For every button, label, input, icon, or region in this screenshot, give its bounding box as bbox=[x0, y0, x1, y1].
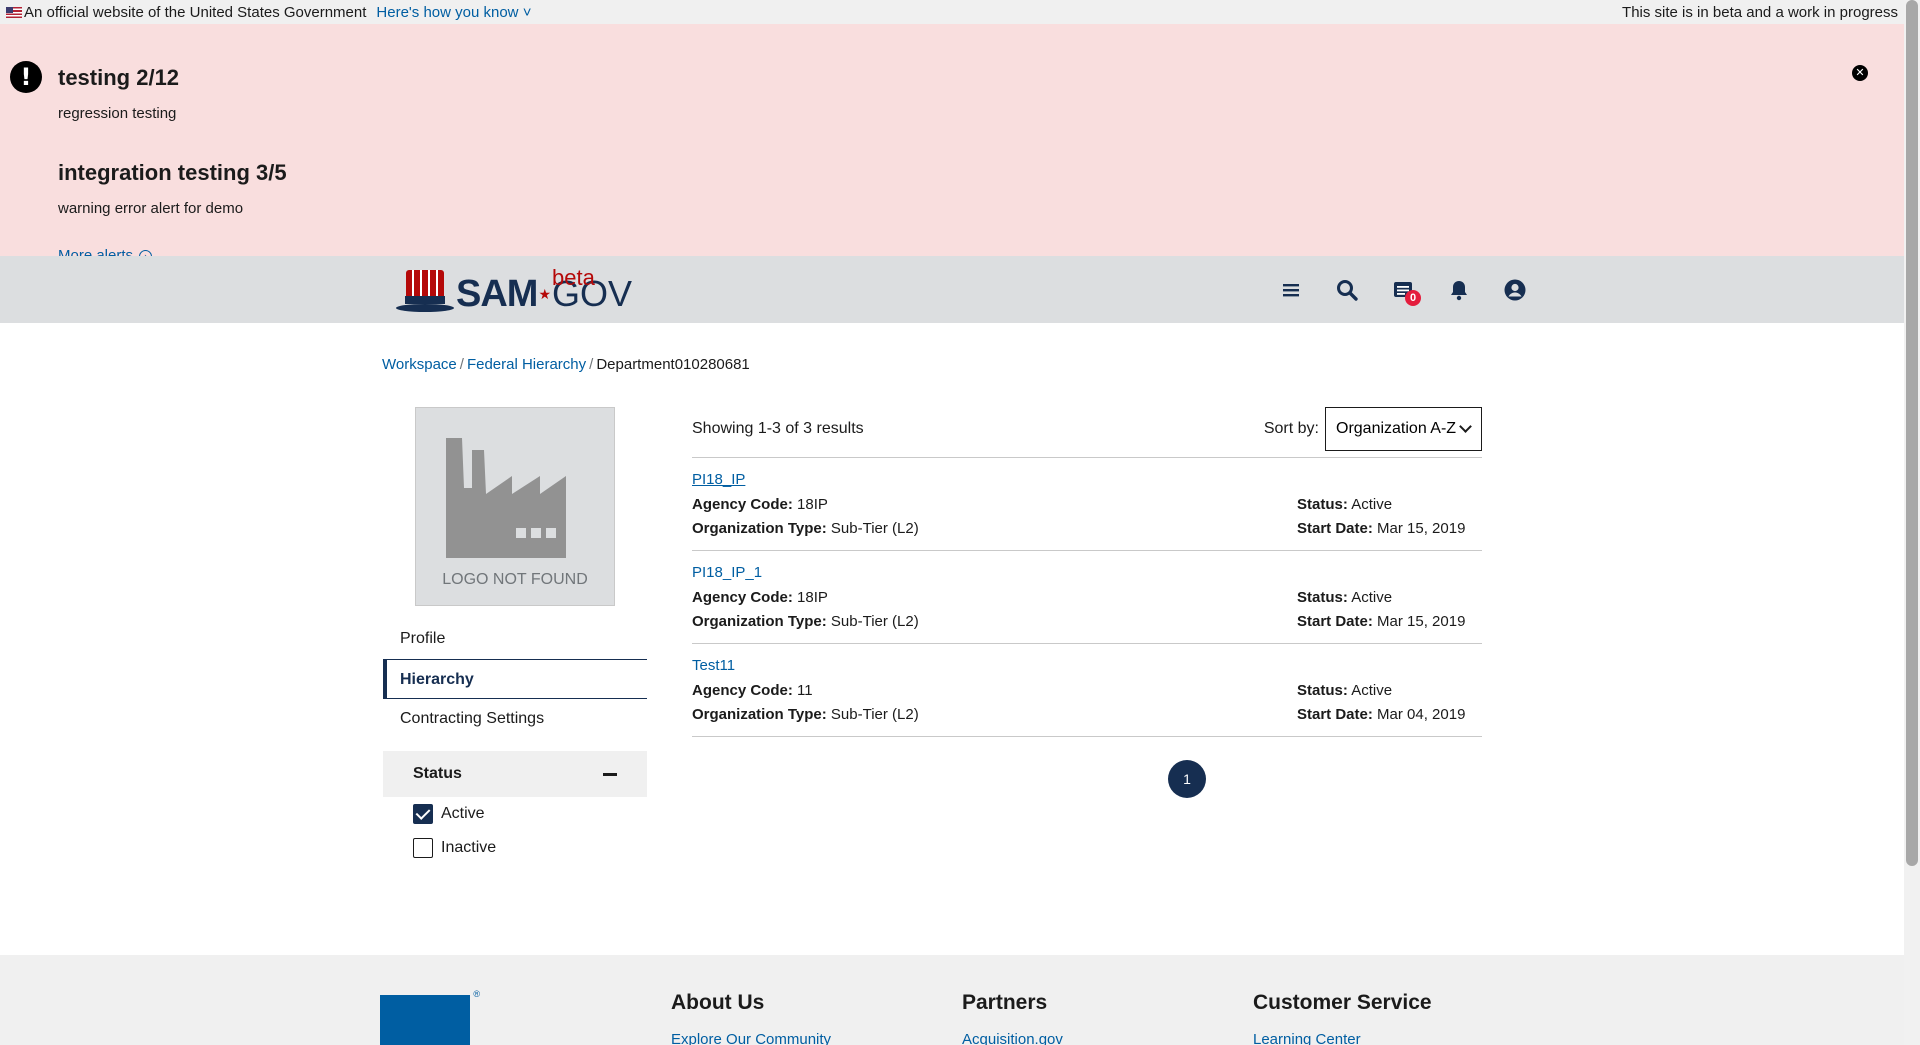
organization-type: Sub-Tier (L2) bbox=[830, 520, 919, 537]
user-button[interactable] bbox=[1487, 276, 1543, 304]
site-header: SAM ★ beta GOV 0 bbox=[0, 256, 1904, 323]
breadcrumb-federal-hierarchy-link[interactable]: Federal Hierarchy bbox=[467, 356, 586, 373]
sort-control: Sort by: Organization A-Z bbox=[1263, 406, 1482, 451]
close-alert-button[interactable]: ✕ bbox=[1852, 65, 1868, 81]
status-value: Active bbox=[1351, 589, 1393, 606]
gov-banner: An official website of the United States… bbox=[0, 0, 1904, 24]
results-panel: Showing 1-3 of 3 results Sort by: Organi… bbox=[692, 400, 1482, 737]
breadcrumb-current: Department010280681 bbox=[596, 356, 750, 373]
status-value: Active bbox=[1351, 496, 1393, 513]
footer-link[interactable]: Explore Our Community bbox=[671, 1031, 831, 1045]
breadcrumb: Workspace / Federal Hierarchy / Department01… bbox=[382, 356, 750, 373]
sam-gov-logo[interactable]: SAM ★ beta GOV bbox=[396, 265, 632, 314]
footer-heading: Partners bbox=[962, 991, 1048, 1014]
sort-select[interactable]: Organization A-Z bbox=[1325, 406, 1482, 451]
site-footer: ® About Us Explore Our Community Partner… bbox=[0, 955, 1904, 1045]
footer-link[interactable]: Learning Center bbox=[1253, 1031, 1432, 1045]
results-header: Showing 1-3 of 3 results Sort by: Organi… bbox=[692, 400, 1482, 458]
alert-body: warning error alert for demo bbox=[58, 200, 244, 217]
footer-heading: About Us bbox=[671, 991, 765, 1014]
us-flag-icon bbox=[6, 6, 22, 18]
inactive-checkbox[interactable] bbox=[413, 838, 433, 858]
bell-icon bbox=[1451, 281, 1467, 301]
search-icon bbox=[1337, 280, 1358, 301]
footer-heading: Customer Service bbox=[1253, 991, 1432, 1014]
agency-code: 11 bbox=[797, 682, 813, 699]
organization-type: Sub-Tier (L2) bbox=[830, 613, 919, 630]
breadcrumb-workspace-link[interactable]: Workspace bbox=[382, 356, 457, 373]
star-icon: ★ bbox=[538, 286, 552, 302]
result-name-link[interactable]: PI18_IP_1 bbox=[692, 564, 762, 581]
organization-type: Sub-Tier (L2) bbox=[830, 706, 919, 723]
search-button[interactable] bbox=[1319, 276, 1375, 304]
exclamation-icon: ! bbox=[10, 61, 42, 93]
pagination-page-1[interactable]: 1 bbox=[1168, 760, 1206, 798]
active-checkbox[interactable] bbox=[413, 804, 433, 824]
official-website-text: An official website of the United States… bbox=[24, 3, 367, 21]
results-count: Showing 1-3 of 3 results bbox=[692, 419, 864, 437]
checkbox-label: Inactive bbox=[441, 839, 497, 856]
start-date: Mar 15, 2019 bbox=[1377, 520, 1466, 537]
status-value: Active bbox=[1351, 682, 1393, 699]
status-filter-title: Status bbox=[413, 765, 462, 782]
status-option-active[interactable]: Active bbox=[413, 797, 647, 831]
result-item: PI18_IP_1 Agency Code: 18IP Organization… bbox=[692, 551, 1482, 644]
alert-body: regression testing bbox=[58, 105, 177, 122]
status-filter: Status Active Inactive bbox=[383, 751, 647, 865]
result-item: PI18_IP Agency Code: 18IP Organization T… bbox=[692, 458, 1482, 551]
agency-code: 18IP bbox=[797, 589, 828, 606]
beta-note: This site is in beta and a work in progr… bbox=[1622, 3, 1898, 21]
side-nav: Profile Hierarchy Contracting Settings bbox=[383, 619, 647, 739]
status-option-inactive[interactable]: Inactive bbox=[413, 831, 647, 865]
result-item: Test11 Agency Code: 11 Organization Type… bbox=[692, 644, 1482, 737]
alert-title: integration testing 3/5 bbox=[58, 160, 287, 185]
organization-logo-placeholder: LOGO NOT FOUND bbox=[415, 407, 615, 606]
start-date: Mar 04, 2019 bbox=[1377, 706, 1466, 723]
scrollbar-thumb[interactable] bbox=[1906, 0, 1918, 866]
start-date: Mar 15, 2019 bbox=[1377, 613, 1466, 630]
logo-not-found-text: LOGO NOT FOUND bbox=[442, 571, 588, 588]
factory-icon bbox=[446, 438, 566, 558]
footer-column-partners: Partners Acquisition.gov bbox=[962, 991, 1063, 1045]
page: An official website of the United States… bbox=[0, 0, 1904, 1045]
chevron-down-icon: ˅ bbox=[518, 3, 532, 21]
result-name-link[interactable]: PI18_IP bbox=[692, 471, 745, 488]
minus-icon bbox=[603, 772, 617, 776]
gsa-logo[interactable]: ® bbox=[380, 989, 480, 1045]
checkbox-label: Active bbox=[441, 805, 485, 822]
user-icon bbox=[1504, 279, 1526, 301]
alert-title: testing 2/12 bbox=[58, 65, 180, 90]
alert-banner: ! ✕ testing 2/12 regression testing inte… bbox=[0, 24, 1904, 264]
messages-button[interactable]: 0 bbox=[1375, 276, 1431, 306]
side-nav-contracting-settings[interactable]: Contracting Settings bbox=[383, 699, 647, 739]
menu-icon bbox=[1283, 284, 1299, 297]
messages-count-badge: 0 bbox=[1405, 290, 1421, 306]
uncle-sam-hat-icon bbox=[396, 270, 454, 314]
footer-link[interactable]: Acquisition.gov bbox=[962, 1031, 1063, 1045]
side-nav-hierarchy[interactable]: Hierarchy bbox=[383, 659, 647, 699]
header-actions: 0 bbox=[1263, 276, 1543, 306]
notifications-button[interactable] bbox=[1431, 276, 1487, 304]
status-filter-toggle[interactable]: Status bbox=[383, 751, 647, 797]
sort-label: Sort by: bbox=[1263, 419, 1319, 437]
footer-column-about: About Us Explore Our Community bbox=[671, 991, 831, 1045]
how-you-know-link[interactable]: Here's how you know ˅ bbox=[376, 4, 531, 21]
agency-code: 18IP bbox=[797, 496, 828, 513]
footer-column-customer-service: Customer Service Learning Center bbox=[1253, 991, 1432, 1045]
side-nav-profile[interactable]: Profile bbox=[383, 619, 647, 659]
result-name-link[interactable]: Test11 bbox=[692, 657, 735, 674]
menu-button[interactable] bbox=[1263, 276, 1319, 304]
page-scrollbar[interactable] bbox=[1904, 0, 1920, 1045]
